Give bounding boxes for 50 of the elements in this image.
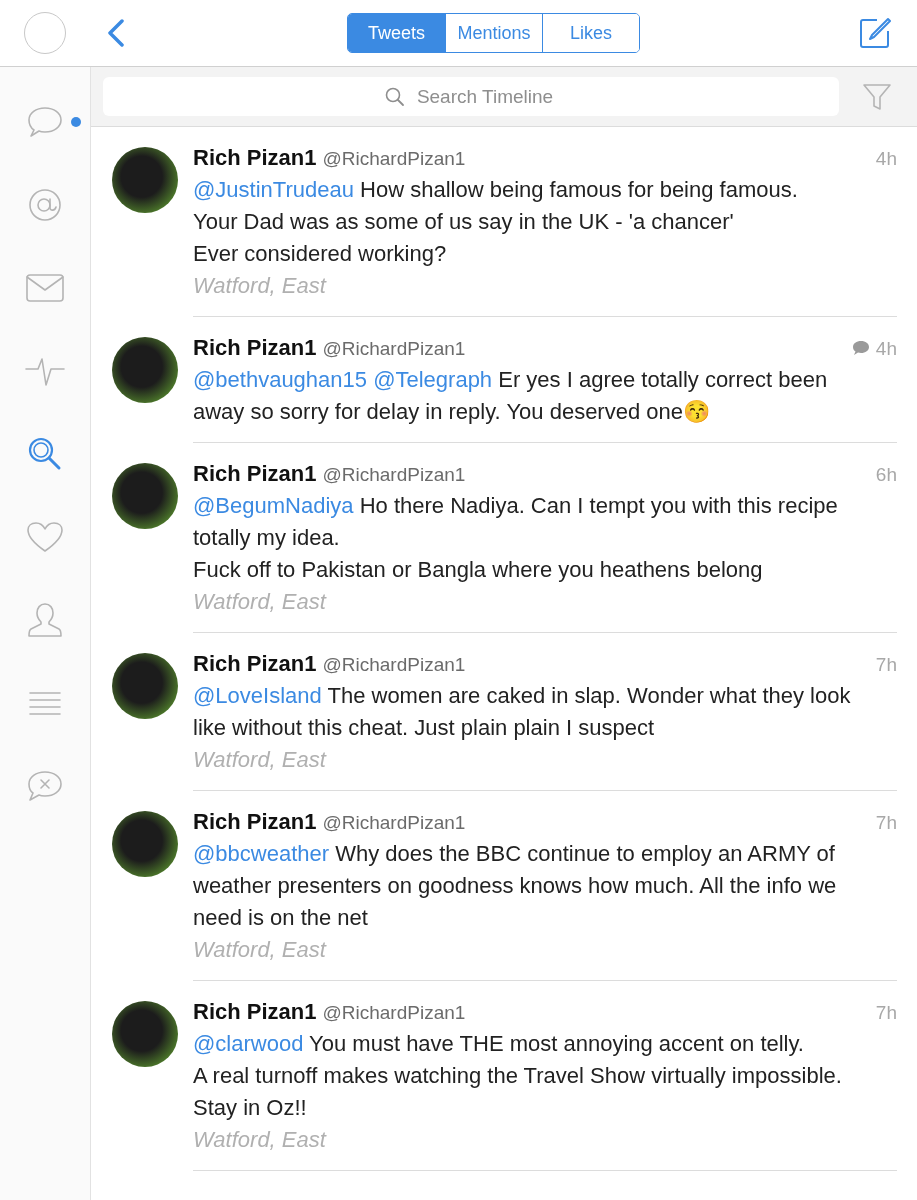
- tweet-location: Watford, East: [193, 746, 328, 774]
- tweet-text: @JustinTrudeau How shallow being famous for being famous. Your Dad was as some of us say in the UK - 'a chancer' Ever considered working?: [193, 176, 799, 268]
- mention-link[interactable]: @bbcweather: [193, 841, 330, 866]
- user-handle: @RichardPizan1: [322, 147, 466, 171]
- tweet-location: Watford, East: [193, 936, 328, 964]
- compose-button[interactable]: [859, 17, 891, 49]
- user-handle: @RichardPizan1: [322, 653, 466, 677]
- at-sign-icon: [28, 188, 62, 222]
- pulse-icon: [25, 356, 65, 386]
- tweet-text: @bethvaughan15 @Telegraph Er yes I agree totally correct been away so sorry for delay in reply. You deserved one😚: [193, 366, 829, 426]
- user-name[interactable]: Rich Pizan1: [193, 331, 317, 364]
- user-name[interactable]: Rich Pizan1: [193, 141, 317, 174]
- muted-bubble-icon: [27, 769, 63, 803]
- tweet-time: 4h: [875, 147, 897, 171]
- tweet-time: 7h: [875, 1001, 897, 1025]
- mention-link[interactable]: @BegumNadiya: [193, 493, 354, 518]
- search-field[interactable]: Search Timeline: [103, 77, 839, 116]
- tweet-time: 4h: [875, 337, 897, 361]
- segment-tab[interactable]: Likes: [542, 14, 639, 52]
- tweet-location: Watford, East: [193, 588, 328, 616]
- heart-icon: [26, 521, 64, 553]
- tweet-location: Watford, East: [193, 1126, 328, 1154]
- search-icon: [28, 437, 62, 471]
- user-handle: @RichardPizan1: [322, 337, 466, 361]
- mention-link[interactable]: @JustinTrudeau: [193, 177, 354, 202]
- user-name[interactable]: Rich Pizan1: [193, 995, 317, 1028]
- mention-link[interactable]: @LoveIsland: [193, 683, 322, 708]
- tweet-time: 7h: [875, 811, 897, 835]
- tweet-time: 7h: [875, 653, 897, 677]
- tweet-text: @BegumNadiya Ho there Nadiya. Can I tempt you with this recipe totally my idea. Fuck off to Pakistan or Bangla where you heathens belong: [193, 492, 839, 584]
- tweet-text: @clarwood You must have THE most annoying accent on telly. A real turnoff makes watching the Travel Show virtually impossible. Stay in Oz!!: [193, 1030, 843, 1122]
- mention-link[interactable]: @bethvaughan15 @Telegraph: [193, 367, 493, 392]
- user-handle: @RichardPizan1: [322, 463, 466, 487]
- search-icon: [385, 87, 405, 107]
- user-handle: @RichardPizan1: [322, 811, 466, 835]
- envelope-icon: [25, 273, 65, 303]
- user-name[interactable]: Rich Pizan1: [193, 647, 317, 680]
- conversation-icon: [851, 339, 870, 356]
- mention-link[interactable]: @clarwood: [193, 1031, 304, 1056]
- tweet-location: Watford, East: [193, 272, 328, 300]
- speech-bubble-icon: [26, 104, 64, 140]
- tweet-text: @bbcweather Why does the BBC continue to employ an ARMY of weather presenters on goodness knows how much. All the info we need is on the net: [193, 840, 838, 932]
- user-handle: @RichardPizan1: [322, 1001, 466, 1025]
- user-name[interactable]: Rich Pizan1: [193, 457, 317, 490]
- user-name[interactable]: Rich Pizan1: [193, 805, 317, 838]
- tweet-time: 6h: [875, 463, 897, 487]
- segment-tab[interactable]: Tweets: [348, 14, 445, 52]
- person-icon: [27, 602, 63, 638]
- tweet-text: @LoveIsland The women are caked in slap. Wonder what they look like without this cheat. Just plain plain I suspect: [193, 682, 852, 742]
- list-icon: [29, 691, 61, 715]
